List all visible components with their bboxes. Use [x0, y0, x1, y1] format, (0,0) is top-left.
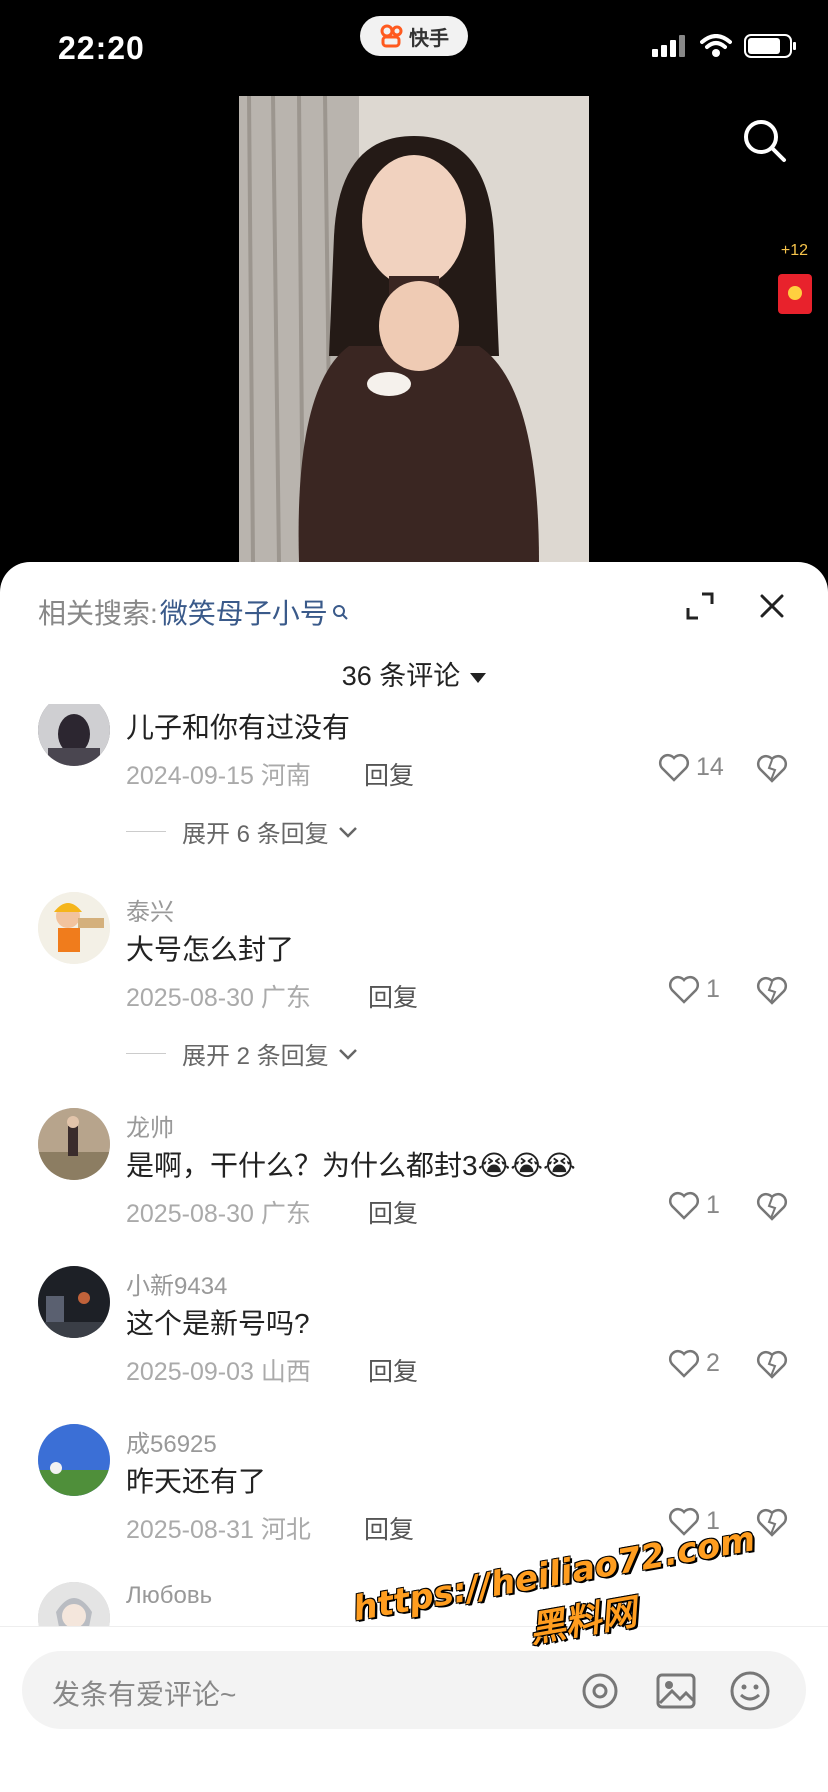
expand-replies-label: 展开 2 条回复 — [182, 1043, 329, 1070]
heart-icon — [668, 975, 700, 1004]
comment-count-label: 36 条评论 — [341, 661, 461, 691]
like-count: 1 — [706, 1190, 720, 1219]
signal-icon — [652, 35, 685, 57]
comment-content[interactable]: 儿子和你有过没有 — [126, 706, 350, 746]
comment-date: 2025-08-30 — [126, 984, 254, 1012]
comment-content[interactable]: 这个是新号吗? — [126, 1302, 310, 1342]
comment-date: 2024-09-15 — [126, 762, 254, 790]
battery-icon — [744, 34, 796, 58]
comment-username[interactable]: 成56925 — [126, 1424, 217, 1459]
comment-input-placeholder: 发条有爱评论~ — [52, 1679, 237, 1710]
comment-date: 2025-08-30 — [126, 1200, 254, 1228]
comment-content[interactable]: 是啊，干什么？为什么都封3😭😭😭 — [126, 1144, 576, 1184]
small-search-icon — [332, 605, 348, 620]
sheet-header: 相关搜索: 微笑母子小号 — [0, 562, 828, 652]
system-icons — [652, 34, 798, 58]
red-envelope-icon[interactable] — [778, 274, 812, 314]
avatar[interactable] — [38, 1582, 110, 1632]
chevron-down-icon — [338, 826, 357, 838]
related-search-label: 相关搜索: — [38, 598, 158, 629]
app-indicator[interactable]: 快手 — [360, 16, 468, 56]
comment-item: 泰兴 大号怎么封了 2025-08-30 广东 回复 1 展开 2 条回复 — [0, 892, 828, 1092]
avatar[interactable] — [38, 1108, 110, 1180]
comment-location: 广东 — [260, 1200, 311, 1228]
heart-icon — [668, 1349, 700, 1378]
related-search-query[interactable]: 微笑母子小号 — [160, 592, 328, 632]
divider — [126, 831, 166, 832]
reply-button[interactable]: 回复 — [368, 1194, 418, 1230]
dropdown-caret-icon — [470, 672, 487, 683]
dislike-heart-icon[interactable] — [756, 1348, 788, 1380]
comment-meta: 2025-08-30 广东 — [126, 978, 311, 1014]
expand-replies-label: 展开 6 条回复 — [182, 821, 329, 848]
comment-date: 2025-09-03 — [126, 1358, 254, 1386]
reply-button[interactable]: 回复 — [364, 1510, 414, 1546]
comment-item: 小新9434 这个是新号吗? 2025-09-03 山西 回复 2 — [0, 1266, 828, 1406]
expand-replies-button[interactable]: 展开 2 条回复 — [126, 1036, 359, 1071]
divider — [126, 1053, 166, 1054]
like-button[interactable]: 14 — [658, 752, 724, 782]
comment-item: 儿子和你有过没有 2024-09-15 河南 回复 14 展开 6 条回复 — [0, 704, 828, 874]
comment-username[interactable]: 龙帅 — [126, 1108, 174, 1143]
avatar[interactable] — [38, 1266, 110, 1338]
comment-date: 2025-08-31 — [126, 1516, 254, 1544]
like-count: 14 — [696, 752, 724, 781]
status-bar: 22:20 快手 — [0, 0, 828, 96]
at-mention-icon[interactable] — [578, 1669, 622, 1713]
avatar[interactable] — [38, 892, 110, 964]
comment-location: 山西 — [260, 1358, 311, 1386]
comment-meta: 2024-09-15 河南 — [126, 756, 311, 792]
avatar[interactable] — [38, 1424, 110, 1496]
comment-list[interactable]: 儿子和你有过没有 2024-09-15 河南 回复 14 展开 6 条回复 泰兴 — [0, 704, 828, 1632]
comment-username[interactable]: 小新9434 — [126, 1266, 227, 1301]
dislike-heart-icon[interactable] — [756, 752, 788, 784]
chevron-down-icon — [338, 1048, 357, 1060]
reply-button[interactable]: 回复 — [368, 978, 418, 1014]
comment-item: 龙帅 是啊，干什么？为什么都封3😭😭😭 2025-08-30 广东 回复 1 — [0, 1108, 828, 1248]
comment-username[interactable]: Любовь — [126, 1582, 212, 1610]
search-icon[interactable] — [740, 116, 788, 164]
comment-content[interactable]: 大号怎么封了 — [126, 928, 294, 968]
comment-location: 广东 — [260, 984, 311, 1012]
dislike-heart-icon[interactable] — [756, 1190, 788, 1222]
avatar[interactable] — [38, 704, 110, 766]
reward-count: +12 — [780, 242, 808, 259]
like-button[interactable]: 1 — [668, 974, 720, 1004]
video-frame-image — [239, 96, 589, 562]
emoji-icon[interactable] — [728, 1669, 772, 1713]
like-count: 2 — [706, 1348, 720, 1377]
kuaishou-logo-icon — [380, 24, 403, 48]
image-icon[interactable] — [654, 1669, 698, 1713]
comment-username[interactable]: 泰兴 — [126, 892, 174, 927]
like-count: 1 — [706, 974, 720, 1003]
related-search[interactable]: 相关搜索: 微笑母子小号 — [38, 592, 348, 632]
status-time: 22:20 — [58, 30, 145, 66]
dislike-heart-icon[interactable] — [756, 974, 788, 1006]
expand-replies-button[interactable]: 展开 6 条回复 — [126, 814, 359, 849]
reply-button[interactable]: 回复 — [364, 756, 414, 792]
wifi-icon — [700, 34, 732, 57]
comment-meta: 2025-09-03 山西 — [126, 1352, 311, 1388]
fullscreen-expand-icon[interactable] — [686, 592, 714, 620]
heart-icon — [658, 753, 690, 782]
comment-location: 河北 — [260, 1516, 311, 1544]
app-name: 快手 — [409, 27, 449, 50]
comment-location: 河南 — [260, 762, 311, 790]
comment-meta: 2025-08-30 广东 — [126, 1194, 311, 1230]
reply-button[interactable]: 回复 — [368, 1352, 418, 1388]
comments-sheet: 相关搜索: 微笑母子小号 36 条评论 儿子和你有过没有 2024-09-15 … — [0, 562, 828, 1792]
like-button[interactable]: 1 — [668, 1190, 720, 1220]
comment-count-selector[interactable]: 36 条评论 — [0, 654, 828, 693]
dislike-heart-icon[interactable] — [756, 1506, 788, 1538]
comment-meta: 2025-08-31 河北 — [126, 1510, 311, 1546]
heart-icon — [668, 1191, 700, 1220]
video-player[interactable] — [239, 96, 589, 562]
like-button[interactable]: 2 — [668, 1348, 720, 1378]
comment-content[interactable]: 昨天还有了 — [126, 1460, 266, 1500]
close-icon[interactable] — [758, 592, 786, 620]
